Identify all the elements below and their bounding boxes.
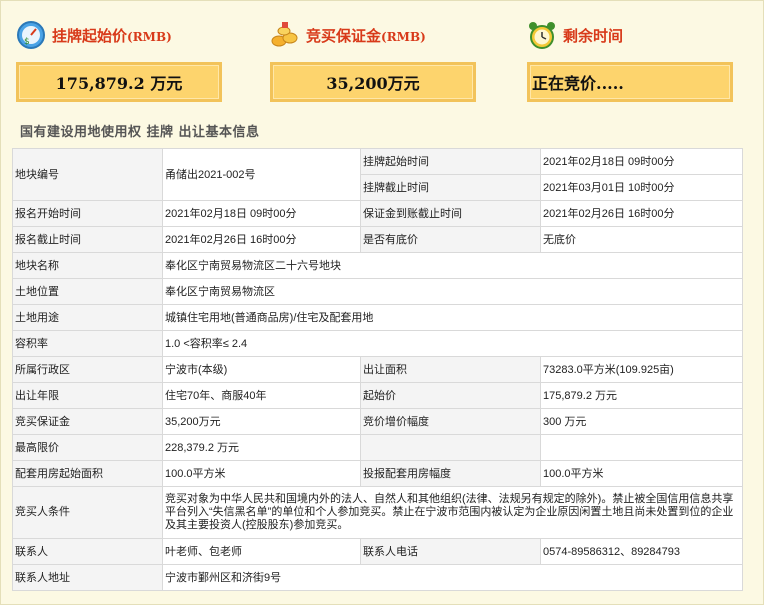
- table-row: 地块名称 奉化区宁南贸易物流区二十六号地块: [12, 252, 743, 279]
- max-price-label: 最高限价: [12, 434, 163, 461]
- svg-text:$: $: [24, 37, 30, 47]
- reserve-value: 无底价: [540, 226, 743, 253]
- deposit-title: 竞买保证金(RMB): [306, 26, 426, 45]
- phone-value: 0574-89586312、89284793: [540, 538, 743, 565]
- table-row: 出让年限 住宅70年、商服40年 起始价 175,879.2 万元: [12, 382, 743, 409]
- parcel-info-table: 地块编号 甬储出2021-002号 挂牌起始时间 2021年02月18日 09时…: [12, 148, 743, 591]
- parcel-no-value: 甬储出2021-002号: [162, 148, 361, 201]
- remaining-time-block: 剩余时间 正在竞价.....: [527, 18, 733, 102]
- table-row: 联系人地址 宁波市鄞州区和济街9号: [12, 564, 743, 591]
- far-value: 1.0 <容积率≤ 2.4: [162, 330, 743, 357]
- table-row: 土地用途 城镇住宅用地(普通商品房)/住宅及配套用地: [12, 304, 743, 331]
- empty-label-cell: [360, 434, 541, 461]
- parcel-no-label: 地块编号: [12, 148, 163, 201]
- table-row: 竞买人条件 竞买对象为中华人民共和国境内外的法人、自然人和其他组织(法律、法规另…: [12, 486, 743, 539]
- increment-label: 竞价增价幅度: [360, 408, 541, 435]
- start-price-label: 起始价: [360, 382, 541, 409]
- contact-value: 叶老师、包老师: [162, 538, 361, 565]
- list-start-value: 2021年02月18日 09时00分: [540, 148, 743, 175]
- housing-start-value: 100.0平方米: [162, 460, 361, 487]
- bid-deposit-value: 35,200万元: [162, 408, 361, 435]
- start-price-block: $ 挂牌起始价(RMB) 175,879.2 万元: [16, 18, 222, 102]
- table-row: 土地位置 奉化区宁南贸易物流区: [12, 278, 743, 305]
- table-row: 容积率 1.0 <容积率≤ 2.4: [12, 330, 743, 357]
- table-row: 报名开始时间 2021年02月18日 09时00分 保证金到账截止时间 2021…: [12, 200, 743, 227]
- table-row: 联系人 叶老师、包老师 联系人电话 0574-89586312、89284793: [12, 538, 743, 565]
- money-gauge-icon: $: [16, 20, 46, 50]
- bidder-value: 竞买对象为中华人民共和国境内外的法人、自然人和其他组织(法律、法规另有规定的除外…: [162, 486, 743, 539]
- alarm-clock-icon: [527, 20, 557, 50]
- housing-bid-value: 100.0平方米: [540, 460, 743, 487]
- table-row: 配套用房起始面积 100.0平方米 投报配套用房幅度 100.0平方米: [12, 460, 743, 487]
- remaining-time-title: 剩余时间: [563, 26, 624, 45]
- location-value: 奉化区宁南贸易物流区: [162, 278, 743, 305]
- contact-label: 联系人: [12, 538, 163, 565]
- table-row: 所属行政区 宁波市(本级) 出让面积 73283.0平方米(109.925亩): [12, 356, 743, 383]
- housing-start-label: 配套用房起始面积: [12, 460, 163, 487]
- table-row: 地块编号 甬储出2021-002号 挂牌起始时间 2021年02月18日 09时…: [12, 148, 743, 201]
- reg-start-value: 2021年02月18日 09时00分: [162, 200, 361, 227]
- list-end-label: 挂牌截止时间: [360, 174, 541, 201]
- land-use-label: 土地用途: [12, 304, 163, 331]
- start-price-title: 挂牌起始价(RMB): [52, 26, 172, 45]
- start-price-value: 175,879.2 万元: [16, 62, 222, 102]
- bidder-label: 竞买人条件: [12, 486, 163, 539]
- table-row: 最高限价 228,379.2 万元: [12, 434, 743, 461]
- deposit-block: 竞买保证金(RMB) 35,200万元: [270, 18, 476, 102]
- reg-end-value: 2021年02月26日 16时00分: [162, 226, 361, 253]
- list-start-label: 挂牌起始时间: [360, 148, 541, 175]
- area-label: 出让面积: [360, 356, 541, 383]
- list-end-value: 2021年03月01日 10时00分: [540, 174, 743, 201]
- reg-start-label: 报名开始时间: [12, 200, 163, 227]
- term-value: 住宅70年、商服40年: [162, 382, 361, 409]
- coins-icon: [270, 20, 300, 50]
- housing-bid-label: 投报配套用房幅度: [360, 460, 541, 487]
- deposit-deadline-label: 保证金到账截止时间: [360, 200, 541, 227]
- start-price-cell: 175,879.2 万元: [540, 382, 743, 409]
- remaining-time-value: 正在竞价.....: [527, 62, 733, 102]
- parcel-name-value: 奉化区宁南贸易物流区二十六号地块: [162, 252, 743, 279]
- auction-summary: $ 挂牌起始价(RMB) 175,879.2 万元 竞买保证金(RMB) 35,…: [0, 0, 764, 110]
- increment-value: 300 万元: [540, 408, 743, 435]
- parcel-name-label: 地块名称: [12, 252, 163, 279]
- far-label: 容积率: [12, 330, 163, 357]
- deposit-deadline-value: 2021年02月26日 16时00分: [540, 200, 743, 227]
- area-value: 73283.0平方米(109.925亩): [540, 356, 743, 383]
- deposit-value: 35,200万元: [270, 62, 476, 102]
- table-row: 报名截止时间 2021年02月26日 16时00分 是否有底价 无底价: [12, 226, 743, 253]
- max-price-value: 228,379.2 万元: [162, 434, 361, 461]
- section-title: 国有建设用地使用权 挂牌 出让基本信息: [20, 125, 260, 140]
- address-value: 宁波市鄞州区和济街9号: [162, 564, 743, 591]
- table-row: 竞买保证金 35,200万元 竞价增价幅度 300 万元: [12, 408, 743, 435]
- phone-label: 联系人电话: [360, 538, 541, 565]
- district-value: 宁波市(本级): [162, 356, 361, 383]
- reg-end-label: 报名截止时间: [12, 226, 163, 253]
- bid-deposit-label: 竞买保证金: [12, 408, 163, 435]
- term-label: 出让年限: [12, 382, 163, 409]
- empty-value-cell: [540, 434, 743, 461]
- location-label: 土地位置: [12, 278, 163, 305]
- address-label: 联系人地址: [12, 564, 163, 591]
- reserve-label: 是否有底价: [360, 226, 541, 253]
- land-use-value: 城镇住宅用地(普通商品房)/住宅及配套用地: [162, 304, 743, 331]
- district-label: 所属行政区: [12, 356, 163, 383]
